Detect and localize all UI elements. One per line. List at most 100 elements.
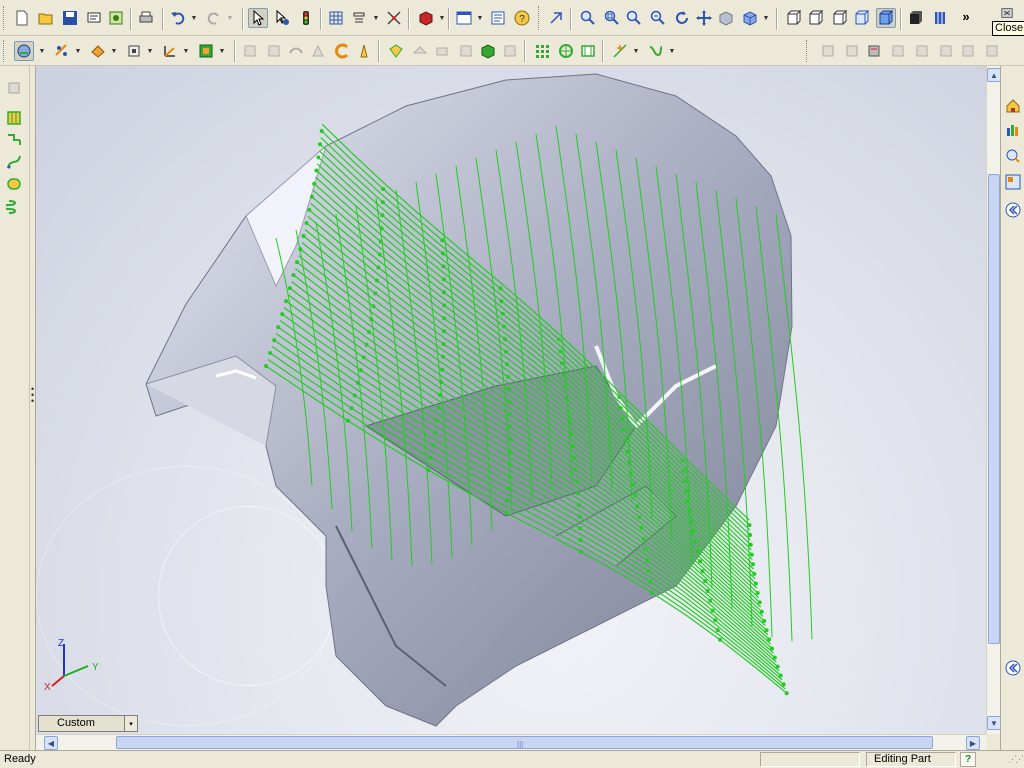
- new-document-icon[interactable]: [12, 8, 32, 28]
- expand-pane-icon[interactable]: [1003, 200, 1023, 220]
- mold-core-icon[interactable]: [864, 41, 884, 61]
- boundary-surface-icon[interactable]: [332, 41, 352, 61]
- toolbar-grip[interactable]: [3, 40, 6, 62]
- layout-dropdown-icon[interactable]: ▼: [476, 8, 484, 28]
- resize-grip-icon[interactable]: ⋰⋰: [1008, 754, 1024, 765]
- publish-icon[interactable]: [106, 8, 126, 28]
- properties-icon[interactable]: [488, 8, 508, 28]
- top-view-icon[interactable]: [852, 8, 872, 28]
- display-style-icon[interactable]: [14, 41, 34, 61]
- undo-icon[interactable]: [168, 8, 188, 28]
- wireframe-control-point: [559, 361, 564, 366]
- front-view-icon[interactable]: [784, 8, 804, 28]
- projected-curve-icon[interactable]: [4, 152, 24, 172]
- apply-scene-icon[interactable]: [124, 41, 144, 61]
- home-resources-icon[interactable]: [1003, 96, 1023, 116]
- feature-manager-icon[interactable]: [4, 108, 24, 128]
- hide-show-dropdown-icon[interactable]: ▼: [74, 41, 82, 61]
- grid-icon[interactable]: [326, 8, 346, 28]
- undo-dropdown-icon[interactable]: ▼: [190, 8, 198, 28]
- section-view-icon[interactable]: [716, 8, 736, 28]
- dimension-dropdown-icon[interactable]: ▼: [372, 8, 380, 28]
- rotate-view-icon[interactable]: [672, 8, 692, 28]
- planar-pattern-icon[interactable]: [532, 41, 552, 61]
- sketch-dropdown-icon[interactable]: ▼: [632, 41, 640, 61]
- hidden-lines-icon[interactable]: [930, 8, 950, 28]
- view-settings-icon[interactable]: [160, 41, 180, 61]
- scene-dropdown-icon[interactable]: ▼: [146, 41, 154, 61]
- appearance-dropdown-icon[interactable]: ▼: [110, 41, 118, 61]
- splitter-grip-icon[interactable]: • • •: [31, 385, 34, 406]
- smart-dimension-icon[interactable]: [350, 8, 370, 28]
- horizontal-scroll-thumb[interactable]: |||: [116, 736, 933, 749]
- pan-icon[interactable]: [694, 8, 714, 28]
- scroll-down-button[interactable]: ▼: [987, 716, 1001, 730]
- help-icon[interactable]: ?: [512, 8, 532, 28]
- 3d-sketch-icon[interactable]: [610, 41, 630, 61]
- filled-surface-icon[interactable]: [354, 41, 374, 61]
- file-explorer-icon[interactable]: [1003, 146, 1023, 166]
- toolbar-grip[interactable]: [3, 6, 6, 30]
- section-view-toggle-icon[interactable]: [196, 41, 216, 61]
- wireframe-control-point: [767, 637, 772, 642]
- view-combo-arrow-icon[interactable]: ▾: [124, 716, 137, 731]
- save-icon[interactable]: [60, 8, 80, 28]
- scroll-right-button[interactable]: ▶: [966, 736, 980, 750]
- materials-icon[interactable]: [416, 8, 436, 28]
- back-view-icon[interactable]: [806, 8, 826, 28]
- right-view-icon[interactable]: [830, 8, 850, 28]
- print-icon[interactable]: [136, 8, 156, 28]
- zoom-to-selection-icon[interactable]: [648, 8, 668, 28]
- rebuild-loop-icon[interactable]: [4, 174, 24, 194]
- wireframe-control-point: [439, 380, 444, 385]
- orientation-icon[interactable]: [546, 8, 566, 28]
- wireframe-control-point: [751, 562, 755, 567]
- scroll-up-button[interactable]: ▲: [987, 68, 1001, 82]
- materials-dropdown-icon[interactable]: ▼: [438, 8, 446, 28]
- graphics-viewport[interactable]: Z Y X: [36, 66, 986, 734]
- view-palette-icon[interactable]: [1003, 172, 1023, 192]
- section-dropdown-icon[interactable]: ▼: [218, 41, 226, 61]
- wireframe-control-point: [276, 325, 281, 330]
- vertical-scroll-thumb[interactable]: [988, 174, 1000, 644]
- layout-icon[interactable]: [454, 8, 474, 28]
- scroll-left-button[interactable]: ◀: [44, 736, 58, 750]
- zoom-to-fit-icon[interactable]: [578, 8, 598, 28]
- horizontal-scrollbar[interactable]: ◀ ||| ▶: [36, 734, 986, 750]
- toolbar-overflow-button[interactable]: »: [956, 6, 976, 26]
- design-library-icon[interactable]: [1003, 120, 1023, 140]
- wireframe-control-point: [625, 449, 630, 454]
- curves-dropdown-icon[interactable]: ▼: [668, 41, 676, 61]
- open-folder-icon[interactable]: [36, 8, 56, 28]
- edit-appearance-icon[interactable]: [88, 41, 108, 61]
- view-settings-dropdown-icon[interactable]: ▼: [182, 41, 190, 61]
- quick-tips-help-button[interactable]: ?: [960, 752, 976, 767]
- view-orientation-dropdown-icon[interactable]: ▼: [762, 8, 770, 28]
- collapse-panel-icon[interactable]: [4, 78, 24, 98]
- helmet-model[interactable]: Z Y X: [36, 66, 986, 734]
- curve-through-points-icon[interactable]: [4, 130, 24, 150]
- wireframe-control-point: [280, 312, 285, 317]
- shaded-display-icon[interactable]: [906, 8, 926, 28]
- isometric-view-icon[interactable]: [876, 8, 896, 28]
- composite-curve-icon[interactable]: [578, 41, 598, 61]
- wireframe-control-point: [426, 468, 431, 473]
- split-line-icon[interactable]: [556, 41, 576, 61]
- trim-entities-icon[interactable]: [384, 8, 404, 28]
- view-orientation-icon[interactable]: [740, 8, 760, 28]
- helix-icon[interactable]: [4, 196, 24, 216]
- view-orientation-combo[interactable]: Custom ▾: [38, 715, 138, 732]
- vertical-scrollbar[interactable]: ▲ ▼: [986, 66, 1001, 734]
- zoom-window-icon[interactable]: [602, 8, 622, 28]
- zoom-in-out-icon[interactable]: [624, 8, 644, 28]
- select-arrow-icon[interactable]: [248, 8, 268, 28]
- traffic-light-icon[interactable]: [296, 8, 316, 28]
- hide-show-items-icon[interactable]: [52, 41, 72, 61]
- collapse-pane-icon[interactable]: [1003, 658, 1023, 678]
- helix-spiral-icon[interactable]: [646, 41, 666, 61]
- print-preview-icon[interactable]: [84, 8, 104, 28]
- select-other-icon[interactable]: [272, 8, 292, 28]
- display-style-dropdown-icon[interactable]: ▼: [38, 41, 46, 61]
- untrim-surface-icon[interactable]: [478, 41, 498, 61]
- knit-surface-icon[interactable]: [386, 41, 406, 61]
